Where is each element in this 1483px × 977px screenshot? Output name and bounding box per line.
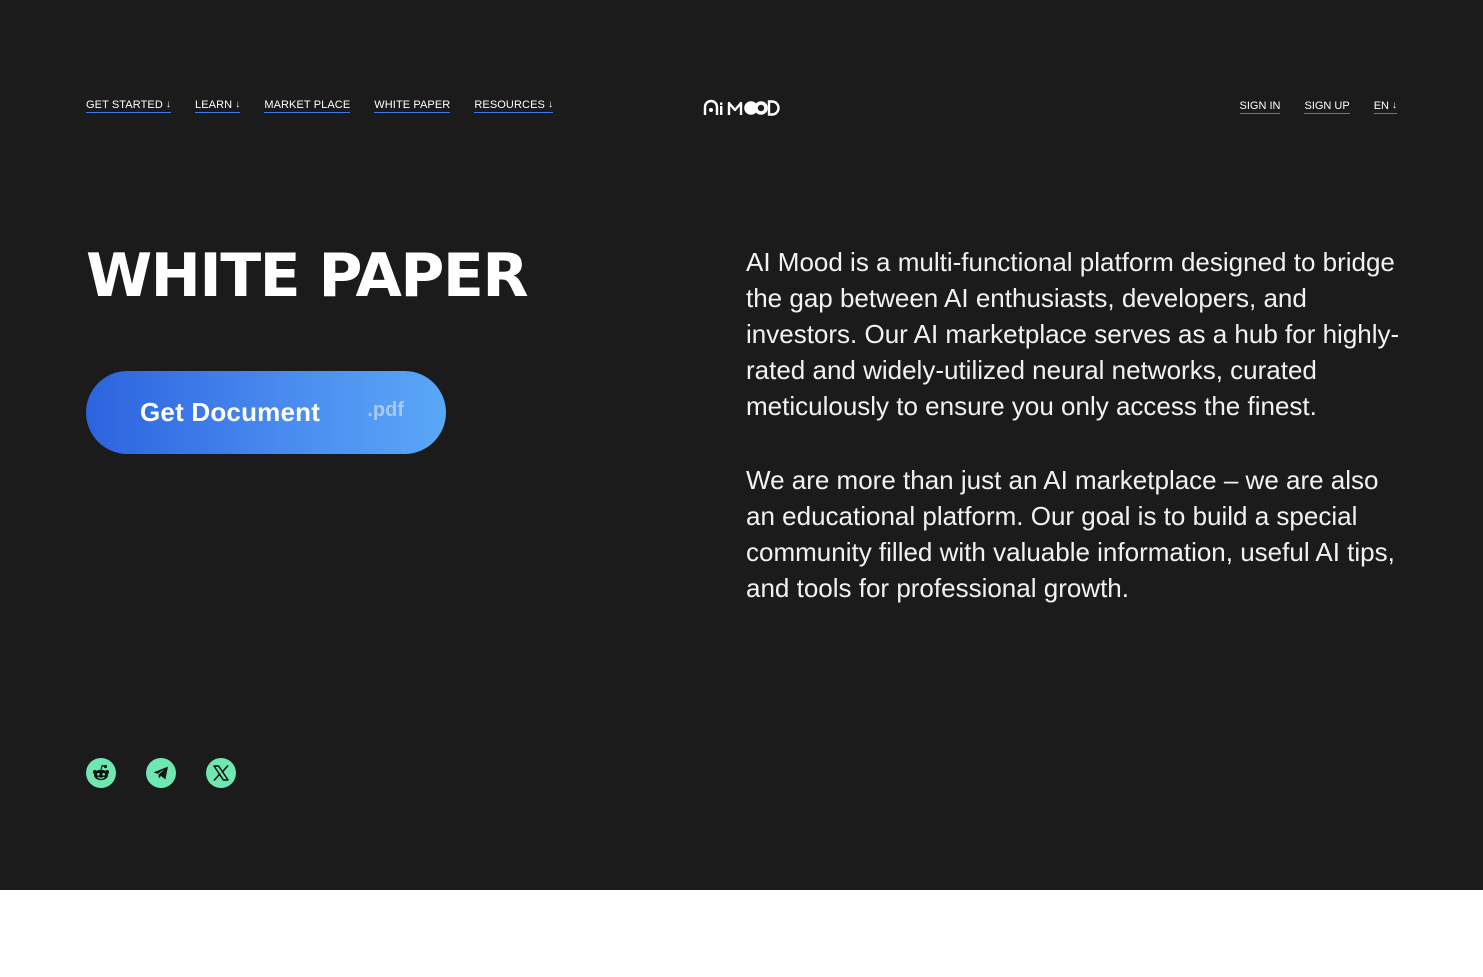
- pdf-extension-label: .pdf: [367, 399, 404, 421]
- nav-learn[interactable]: LEARN ↓: [195, 99, 241, 113]
- nav-resources-label: RESOURCES: [474, 99, 545, 111]
- logo[interactable]: [703, 97, 781, 119]
- x-icon: [213, 765, 229, 781]
- sign-up-label: SIGN UP: [1304, 100, 1350, 112]
- arrow-down-icon: ↓: [165, 99, 172, 110]
- description: AI Mood is a multi-functional platform d…: [746, 244, 1406, 644]
- page-title: WHITE PAPER: [86, 241, 529, 311]
- reddit-icon: [93, 764, 109, 781]
- nav-white-paper-label: WHITE PAPER: [374, 99, 451, 111]
- arrow-down-icon: ↓: [235, 99, 241, 110]
- telegram-icon: [153, 766, 168, 780]
- nav-get-started-label: GET STARTED: [86, 99, 163, 111]
- language-selector[interactable]: EN ↓: [1373, 100, 1397, 114]
- nav-resources[interactable]: RESOURCES ↓: [474, 99, 554, 113]
- description-paragraph-1: AI Mood is a multi-functional platform d…: [746, 247, 1400, 421]
- main-nav: GET STARTED ↓ LEARN ↓ MARKET PLACE WHITE…: [86, 99, 554, 113]
- ai-mood-logo-icon: [703, 99, 780, 116]
- telegram-link[interactable]: [146, 758, 176, 788]
- nav-market-place[interactable]: MARKET PLACE: [264, 99, 351, 113]
- nav-market-place-label: MARKET PLACE: [264, 99, 351, 111]
- description-paragraph-2: We are more than just an AI marketplace …: [746, 465, 1395, 603]
- get-document-button[interactable]: Get Document .pdf: [86, 371, 446, 454]
- reddit-link[interactable]: [86, 758, 116, 788]
- nav-get-started[interactable]: GET STARTED ↓: [86, 99, 172, 113]
- page: GET STARTED ↓ LEARN ↓ MARKET PLACE WHITE…: [0, 0, 1483, 890]
- sign-in-link[interactable]: SIGN IN: [1239, 100, 1281, 114]
- nav-learn-label: LEARN: [195, 99, 233, 111]
- x-link[interactable]: [206, 758, 236, 788]
- social-links: [86, 758, 236, 788]
- get-document-label: Get Document: [140, 397, 321, 427]
- arrow-down-icon: ↓: [547, 99, 554, 110]
- arrow-down-icon: ↓: [1392, 100, 1397, 111]
- language-label: EN: [1373, 100, 1389, 112]
- sign-in-label: SIGN IN: [1239, 100, 1281, 112]
- sign-up-link[interactable]: SIGN UP: [1304, 100, 1350, 114]
- account-nav: SIGN IN SIGN UP EN ↓: [1239, 100, 1397, 114]
- nav-white-paper[interactable]: WHITE PAPER: [374, 99, 451, 113]
